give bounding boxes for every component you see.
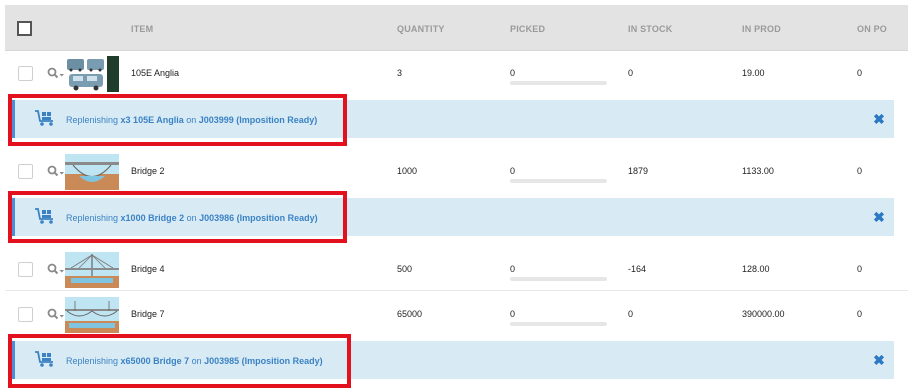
item-name: Bridge 2 — [131, 166, 165, 176]
item-name: Bridge 4 — [131, 264, 165, 274]
select-all-checkbox[interactable] — [17, 21, 32, 36]
cart-icon — [35, 110, 53, 126]
table-row: Bridge 4 500 0 -164 128.00 0 — [5, 249, 908, 291]
picked-bar — [510, 322, 607, 326]
magnifier-icon[interactable] — [47, 308, 65, 320]
table-header: ITEM QUANTITY PICKED IN STOCK IN PROD ON… — [5, 5, 908, 51]
replenish-notice: Replenishing x3 105E Anglia on J003999 (… — [11, 100, 894, 138]
picked-bar — [510, 277, 607, 281]
table-row: Bridge 7 65000 0 0 390000.00 0 — [5, 293, 908, 335]
product-thumbnail-bridge-7 — [65, 297, 119, 333]
col-in-stock-header[interactable]: IN STOCK — [628, 24, 672, 34]
replenish-notice: Replenishing x65000 Bridge 7 on J003985 … — [11, 341, 894, 379]
picked-bar — [510, 81, 607, 85]
product-thumbnail-bridge-2 — [65, 154, 119, 190]
magnifier-icon[interactable] — [47, 165, 65, 177]
in-stock-value: 0 — [628, 309, 634, 319]
product-thumbnail-bridge-4 — [65, 252, 119, 288]
on-po-value: 0 — [857, 264, 863, 274]
close-icon[interactable]: ✖ — [873, 112, 885, 126]
magnifier-icon[interactable] — [47, 263, 65, 275]
col-in-prod-header[interactable]: IN PROD — [742, 24, 781, 34]
picked-value: 0 — [510, 166, 516, 176]
quantity-value: 3 — [397, 68, 403, 78]
in-stock-value: -164 — [628, 264, 647, 274]
replenish-text[interactable]: Replenishing x3 105E Anglia on J003999 (… — [66, 115, 317, 125]
picked-bar — [510, 179, 607, 183]
col-picked-header[interactable]: PICKED — [510, 24, 545, 34]
on-po-value: 0 — [857, 309, 863, 319]
quantity-value: 65000 — [397, 309, 423, 319]
cart-icon — [35, 351, 53, 367]
item-name: Bridge 7 — [131, 309, 165, 319]
close-icon[interactable]: ✖ — [873, 210, 885, 224]
table-row: Bridge 2 1000 0 1879 1133.00 0 — [5, 151, 908, 193]
in-stock-value: 1879 — [628, 166, 649, 176]
row-checkbox[interactable] — [18, 164, 33, 179]
on-po-value: 0 — [857, 68, 863, 78]
row-checkbox[interactable] — [18, 66, 33, 81]
replenish-text[interactable]: Replenishing x1000 Bridge 2 on J003986 (… — [66, 213, 318, 223]
on-po-value: 0 — [857, 166, 863, 176]
quantity-value: 500 — [397, 264, 413, 274]
quantity-value: 1000 — [397, 166, 418, 176]
in-prod-value: 1133.00 — [742, 166, 774, 176]
col-item-header[interactable]: ITEM — [131, 24, 153, 34]
close-icon[interactable]: ✖ — [873, 353, 885, 367]
in-prod-value: 19.00 — [742, 68, 765, 78]
replenish-notice: Replenishing x1000 Bridge 2 on J003986 (… — [11, 198, 894, 236]
in-prod-value: 128.00 — [742, 264, 770, 274]
table-row: 105E Anglia 3 0 0 19.00 0 — [5, 52, 908, 96]
in-prod-value: 390000.00 — [742, 309, 785, 319]
row-checkbox[interactable] — [18, 307, 33, 322]
cart-icon — [35, 208, 53, 224]
magnifier-icon[interactable] — [47, 67, 65, 79]
picked-value: 0 — [510, 309, 516, 319]
picked-value: 0 — [510, 68, 516, 78]
col-quantity-header[interactable]: QUANTITY — [397, 24, 445, 34]
replenish-text[interactable]: Replenishing x65000 Bridge 7 on J003985 … — [66, 356, 323, 366]
col-on-po-header[interactable]: ON PO — [857, 24, 887, 34]
picked-value: 0 — [510, 264, 516, 274]
in-stock-value: 0 — [628, 68, 634, 78]
product-thumbnail-anglia — [65, 56, 119, 92]
item-name: 105E Anglia — [131, 68, 180, 78]
row-checkbox[interactable] — [18, 262, 33, 277]
